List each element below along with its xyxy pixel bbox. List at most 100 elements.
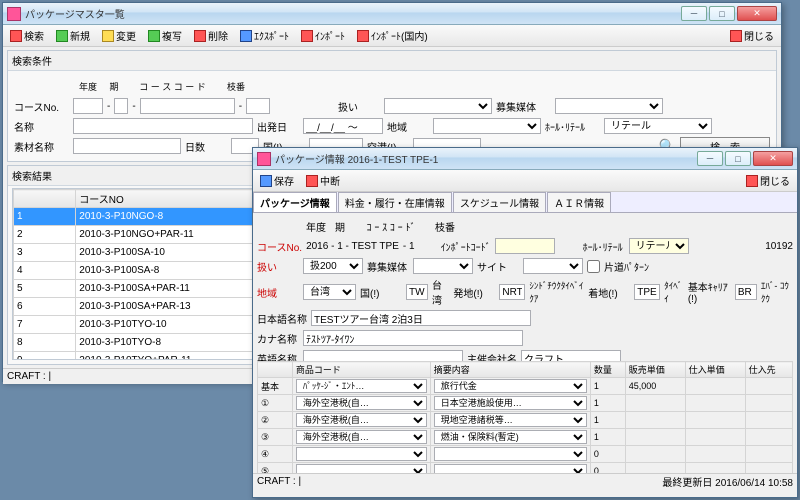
last-updated: 最終更新日 2016/06/14 10:58: [662, 474, 793, 489]
col-header[interactable]: 商品コード: [292, 362, 430, 378]
input-depart[interactable]: [303, 118, 383, 134]
toolbar-copy[interactable]: 複写: [145, 27, 185, 44]
toolbar-search[interactable]: 検索: [7, 27, 47, 44]
commodity-panel: 商品コード摘要内容数量販売単価仕入単価仕入先 基本ﾊﾟｯｹ-ｼﾞ・ｴﾝﾄ…旅行代…: [257, 361, 793, 473]
check-oneway[interactable]: [587, 260, 600, 273]
tabstrip: パッケージ情報 料金・履行・在庫情報 スケジュール情報 ＡＩＲ情報: [253, 192, 797, 213]
col-header[interactable]: [258, 362, 293, 378]
toolbar-export[interactable]: ｴｸｽﾎﾟｰﾄ: [237, 27, 292, 44]
delete-icon: [194, 30, 206, 42]
toolbar-new[interactable]: 新規: [53, 27, 93, 44]
input-import-code[interactable]: [495, 238, 555, 254]
input-material[interactable]: [73, 138, 181, 154]
app-icon: [257, 152, 271, 166]
abort-icon: [306, 175, 318, 187]
minimize-button[interactable]: －: [697, 151, 723, 166]
toolbar-close[interactable]: 閉じる: [727, 27, 777, 44]
new-icon: [56, 30, 68, 42]
lbl-course: コースNo.: [257, 239, 302, 254]
lbl-handling: 扱い: [338, 99, 380, 114]
input-country-code[interactable]: [406, 284, 428, 300]
detail-panel: 年度 期 ｺ ｰ ｽ ｺ ｰ ﾄﾞ 枝番 コースNo. 2016 - 1 - T…: [253, 213, 797, 361]
input-year[interactable]: [73, 98, 103, 114]
input-jname[interactable]: [311, 310, 531, 326]
col-header[interactable]: [14, 190, 76, 208]
titlebar[interactable]: パッケージ情報 2016-1-TEST TPE-1 － □ ✕: [253, 148, 797, 170]
group-title: 検索条件: [8, 51, 776, 71]
select-product-code[interactable]: 海外空港税(自…: [296, 430, 427, 444]
toolbar-edit[interactable]: 変更: [99, 27, 139, 44]
select-description[interactable]: 現地空港諸税等…: [434, 413, 587, 427]
input-eda[interactable]: [246, 98, 270, 114]
col-header[interactable]: 仕入単価: [685, 362, 745, 378]
minimize-button[interactable]: －: [681, 6, 707, 21]
select-description[interactable]: [434, 447, 587, 461]
select-media[interactable]: [555, 98, 663, 114]
close-button[interactable]: ✕: [737, 6, 777, 21]
select-product-code[interactable]: 海外空港税(自…: [296, 396, 427, 410]
window-title: パッケージマスタ一覧: [25, 6, 125, 21]
select-whretail[interactable]: リテール: [604, 118, 712, 134]
select-area[interactable]: 台湾: [303, 284, 356, 300]
commodity-table: 商品コード摘要内容数量販売単価仕入単価仕入先 基本ﾊﾟｯｹ-ｼﾞ・ｴﾝﾄ…旅行代…: [257, 361, 793, 473]
select-handling[interactable]: [384, 98, 492, 114]
val-id: 10192: [765, 241, 793, 252]
input-ename[interactable]: [303, 350, 463, 361]
hdr-year: 年度: [73, 80, 103, 93]
search-icon: [10, 30, 22, 42]
col-header[interactable]: 摘要内容: [430, 362, 590, 378]
toolbar-import[interactable]: ｲﾝﾎﾟｰﾄ: [298, 27, 348, 44]
tab-schedule-info[interactable]: スケジュール情報: [453, 192, 546, 212]
toolbar-close[interactable]: 閉じる: [743, 172, 793, 189]
tab-air-info[interactable]: ＡＩＲ情報: [547, 192, 611, 212]
select-product-code[interactable]: [296, 464, 427, 473]
search-conditions-group: 検索条件 年度 期 コ ー ス コ ー ド 枝番 コースNo. - - - 扱い…: [7, 50, 777, 162]
tab-price-info[interactable]: 料金・履行・在庫情報: [338, 192, 452, 212]
lbl-media: 募集媒体: [496, 99, 551, 114]
val-course: 2016 - 1 - TEST TPE: [306, 241, 399, 252]
commodity-row: ③海外空港税(自…燃油・保険料(暫定)1: [258, 429, 793, 446]
close-icon: [730, 30, 742, 42]
commodity-row: ①海外空港税(自…日本空港施設使用…1: [258, 395, 793, 412]
select-whretail[interactable]: リテール: [629, 238, 689, 254]
lbl-days: 日数: [185, 139, 227, 154]
tab-package-info[interactable]: パッケージ情報: [253, 192, 337, 212]
status-bar: CRAFT : | 最終更新日 2016/06/14 10:58: [253, 473, 797, 489]
input-coursecode[interactable]: [140, 98, 235, 114]
input-kname[interactable]: [303, 330, 523, 346]
input-carrier[interactable]: [735, 284, 757, 300]
select-product-code[interactable]: ﾊﾟｯｹ-ｼﾞ・ｴﾝﾄ…: [296, 379, 427, 393]
select-area[interactable]: [433, 118, 541, 134]
hdr-season: 期: [107, 80, 121, 93]
select-handling[interactable]: 扱200: [303, 258, 363, 274]
input-dep[interactable]: [499, 284, 525, 300]
import-icon: [301, 30, 313, 42]
lbl-name: 名称: [14, 119, 69, 134]
select-description[interactable]: 燃油・保険料(暫定): [434, 430, 587, 444]
app-icon: [7, 7, 21, 21]
toolbar-delete[interactable]: 削除: [191, 27, 231, 44]
select-description[interactable]: 日本空港施設使用…: [434, 396, 587, 410]
toolbar-save[interactable]: 保存: [257, 172, 297, 189]
input-season[interactable]: [114, 98, 128, 114]
toolbar-abort[interactable]: 中断: [303, 172, 343, 189]
select-description[interactable]: [434, 464, 587, 473]
lbl-area: 地域: [387, 119, 429, 134]
input-promoter[interactable]: [521, 350, 621, 361]
col-header[interactable]: 数量: [590, 362, 625, 378]
select-media[interactable]: [413, 258, 473, 274]
close-button[interactable]: ✕: [753, 151, 793, 166]
col-header[interactable]: 販売単価: [625, 362, 685, 378]
select-product-code[interactable]: 海外空港税(自…: [296, 413, 427, 427]
col-header[interactable]: 仕入先: [745, 362, 792, 378]
select-description[interactable]: 旅行代金: [434, 379, 587, 393]
select-product-code[interactable]: [296, 447, 427, 461]
maximize-button[interactable]: □: [725, 151, 751, 166]
input-name[interactable]: [73, 118, 253, 134]
maximize-button[interactable]: □: [709, 6, 735, 21]
titlebar[interactable]: パッケージマスタ一覧 － □ ✕: [3, 3, 781, 25]
select-site[interactable]: [523, 258, 583, 274]
toolbar-import-domestic[interactable]: ｲﾝﾎﾟｰﾄ(国内): [354, 27, 431, 44]
input-arr[interactable]: [634, 284, 660, 300]
window-package-detail: パッケージ情報 2016-1-TEST TPE-1 － □ ✕ 保存 中断 閉じ…: [252, 147, 798, 498]
